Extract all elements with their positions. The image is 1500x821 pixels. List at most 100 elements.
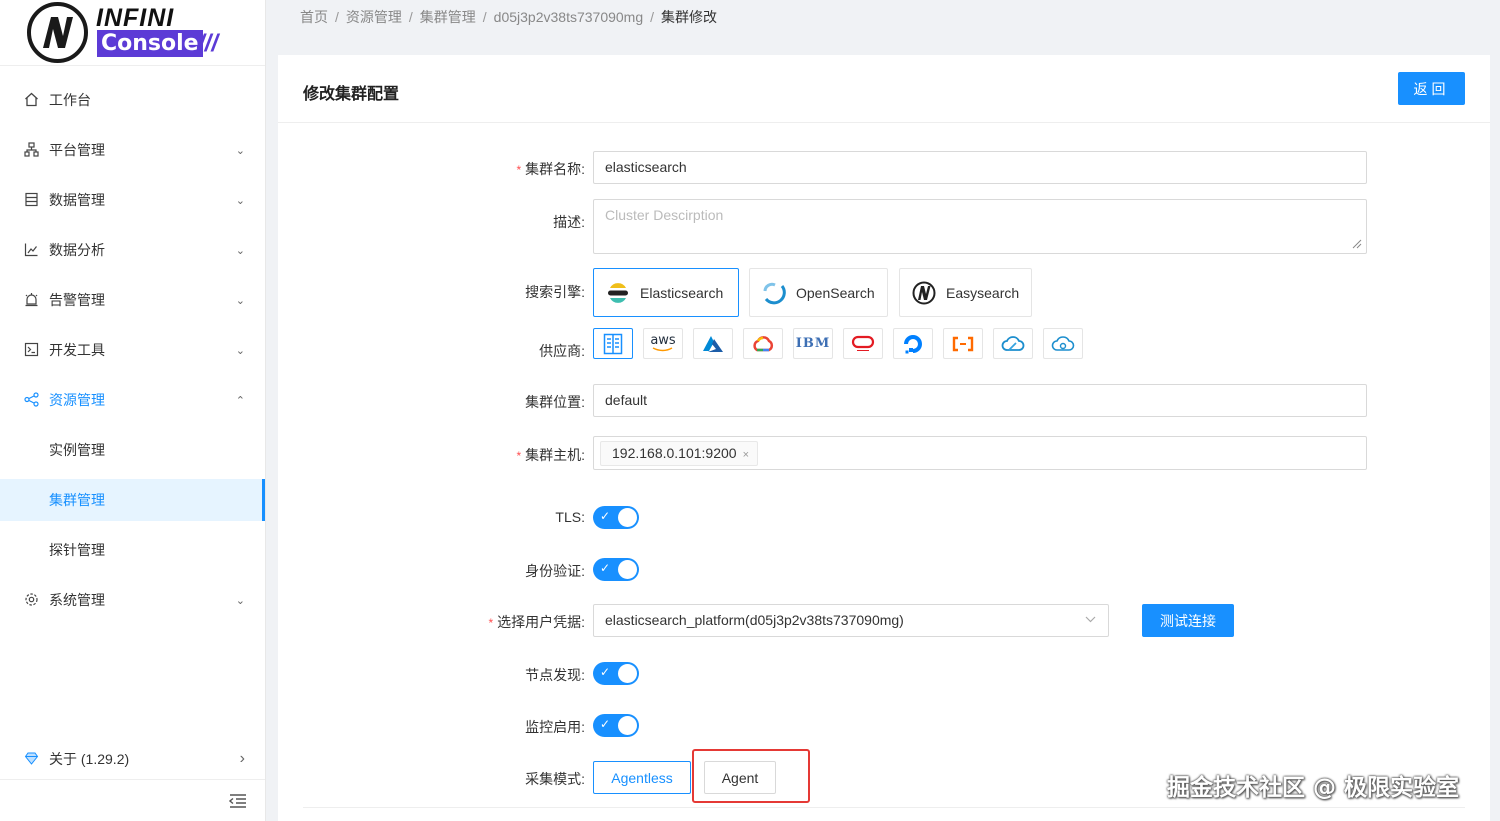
menu-item-clusters[interactable]: 集群管理 [0,479,265,521]
engine-label: 搜索引擎: [525,284,585,300]
highlight-annotation [692,749,810,803]
page-title: 修改集群配置 [303,86,400,103]
auth-switch[interactable]: ✓ [593,558,639,581]
chevron-down-icon [1085,605,1096,636]
chevron-down-icon: ⌄ [235,194,245,207]
provider-tencent[interactable] [993,328,1033,359]
menu-item-workbench[interactable]: 工作台 [0,79,265,121]
breadcrumb-home[interactable]: 首页 [300,9,328,25]
menu-item-probes[interactable]: 探针管理 [0,529,265,571]
chevron-right-icon: › [239,750,245,767]
tencent-cloud-icon [1001,335,1025,351]
infini-logo-icon [27,2,88,63]
cluster-hosts-select[interactable]: 192.168.0.101:9200 × [593,436,1367,470]
easysearch-icon [912,281,936,304]
provider-huawei[interactable] [1043,328,1083,359]
breadcrumb-clusters[interactable]: 集群管理 [420,9,476,25]
elasticsearch-icon [608,282,628,303]
breadcrumb-current: 集群修改 [661,9,718,25]
menu-item-platform[interactable]: 平台管理 ⌄ [0,129,265,171]
huawei-cloud-icon [1051,335,1075,351]
resize-handle-icon[interactable] [1350,237,1362,249]
close-icon[interactable]: × [743,449,749,461]
sidebar: INFINI Console /// 工作台 平台管理 ⌄ 数据管理 ⌄ 数据分… [0,0,266,821]
cluster-location-input[interactable]: default [593,384,1367,417]
tls-switch[interactable]: ✓ [593,506,639,529]
chevron-down-icon: ⌄ [235,144,245,157]
chevron-down-icon: ⌄ [235,244,245,257]
database-icon [23,192,39,208]
opensearch-icon [763,282,786,304]
provider-azure[interactable] [693,328,733,359]
card-header: 修改集群配置 返回 [278,55,1490,123]
digitalocean-icon [904,334,922,353]
check-icon: ✓ [600,665,611,679]
test-connection-button[interactable]: 测试连接 [1142,604,1234,637]
menu-item-system[interactable]: 系统管理 ⌄ [0,579,265,621]
menu-item-alerts[interactable]: 告警管理 ⌄ [0,279,265,321]
credential-label: * 选择用户凭据: [488,614,585,630]
edit-cluster-card: 修改集群配置 返回 *集群名称: elasticsearch 描述: 搜索引擎:… [278,55,1490,821]
menu-item-resources[interactable]: 资源管理 ⌃ [0,379,265,421]
name-label: * 集群名称: [516,161,585,177]
chart-icon [23,242,39,258]
back-button[interactable]: 返回 [1398,72,1465,105]
diamond-icon [23,751,39,767]
chevron-down-icon: ⌄ [235,344,245,357]
sidebar-footer [0,779,265,821]
engine-option-elasticsearch[interactable]: Elasticsearch [593,268,739,317]
mode-agentless-button[interactable]: Agentless [593,761,691,794]
chevron-down-icon: ⌄ [235,294,245,307]
app-logo[interactable]: INFINI Console /// [0,0,265,66]
menu-item-devtools[interactable]: 开发工具 ⌄ [0,329,265,371]
discovery-switch[interactable]: ✓ [593,662,639,685]
terminal-icon [23,342,39,358]
description-textarea[interactable] [593,199,1367,254]
hosts-label: * 集群主机: [516,447,585,463]
chevron-down-icon: ⌄ [235,594,245,607]
breadcrumb: 首页 / 资源管理 / 集群管理 / d05j3p2v38ts737090mg / 集群修改 [300,9,718,25]
mode-label: 采集模式: [525,771,585,787]
brand-line2: Console [97,30,203,57]
host-tag: 192.168.0.101:9200 × [600,441,759,466]
provider-gcp[interactable] [743,328,783,359]
alarm-icon [23,292,39,308]
provider-aws[interactable]: aws [643,328,683,359]
settings-icon [23,592,39,608]
provider-digitalocean[interactable] [893,328,933,359]
auth-label: 身份验证: [525,563,585,579]
provider-alibaba[interactable] [943,328,983,359]
oracle-icon [851,335,875,351]
aws-smile-icon [652,347,673,352]
breadcrumb-cluster-id[interactable]: d05j3p2v38ts737090mg [494,9,643,25]
home-icon [23,92,39,108]
cluster-name-input[interactable]: elasticsearch [593,151,1367,184]
monitor-label: 监控启用: [525,719,585,735]
provider-oracle[interactable] [843,328,883,359]
check-icon: ✓ [600,561,611,575]
engine-option-opensearch[interactable]: OpenSearch [749,268,888,317]
azure-icon [703,335,723,352]
location-label: 集群位置: [525,394,585,410]
chevron-up-icon: ⌃ [235,394,245,407]
desc-label: 描述: [553,214,585,230]
provider-label: 供应商: [539,343,585,359]
engine-option-easysearch[interactable]: Easysearch [899,268,1032,317]
menu-item-about[interactable]: 关于 (1.29.2) › [0,738,265,780]
brand-line1: INFINI [96,4,175,32]
breadcrumb-resources[interactable]: 资源管理 [346,9,402,25]
menu-fold-icon[interactable] [229,794,247,808]
discovery-label: 节点发现: [525,667,585,683]
credential-select[interactable]: elasticsearch_platform(d05j3p2v38ts73709… [593,604,1109,637]
alibaba-cloud-icon [952,336,974,351]
menu-item-data[interactable]: 数据管理 ⌄ [0,179,265,221]
server-icon [603,333,623,354]
watermark: 掘金技术社区 @ 极限实验室 [1167,775,1460,801]
monitor-switch[interactable]: ✓ [593,714,639,737]
menu-item-instances[interactable]: 实例管理 [0,429,265,471]
provider-ibm[interactable]: IBM [793,328,833,359]
menu-item-analysis[interactable]: 数据分析 ⌄ [0,229,265,271]
share-icon [23,392,39,408]
provider-on-premise[interactable] [593,328,633,359]
tls-label: TLS: [555,509,585,525]
